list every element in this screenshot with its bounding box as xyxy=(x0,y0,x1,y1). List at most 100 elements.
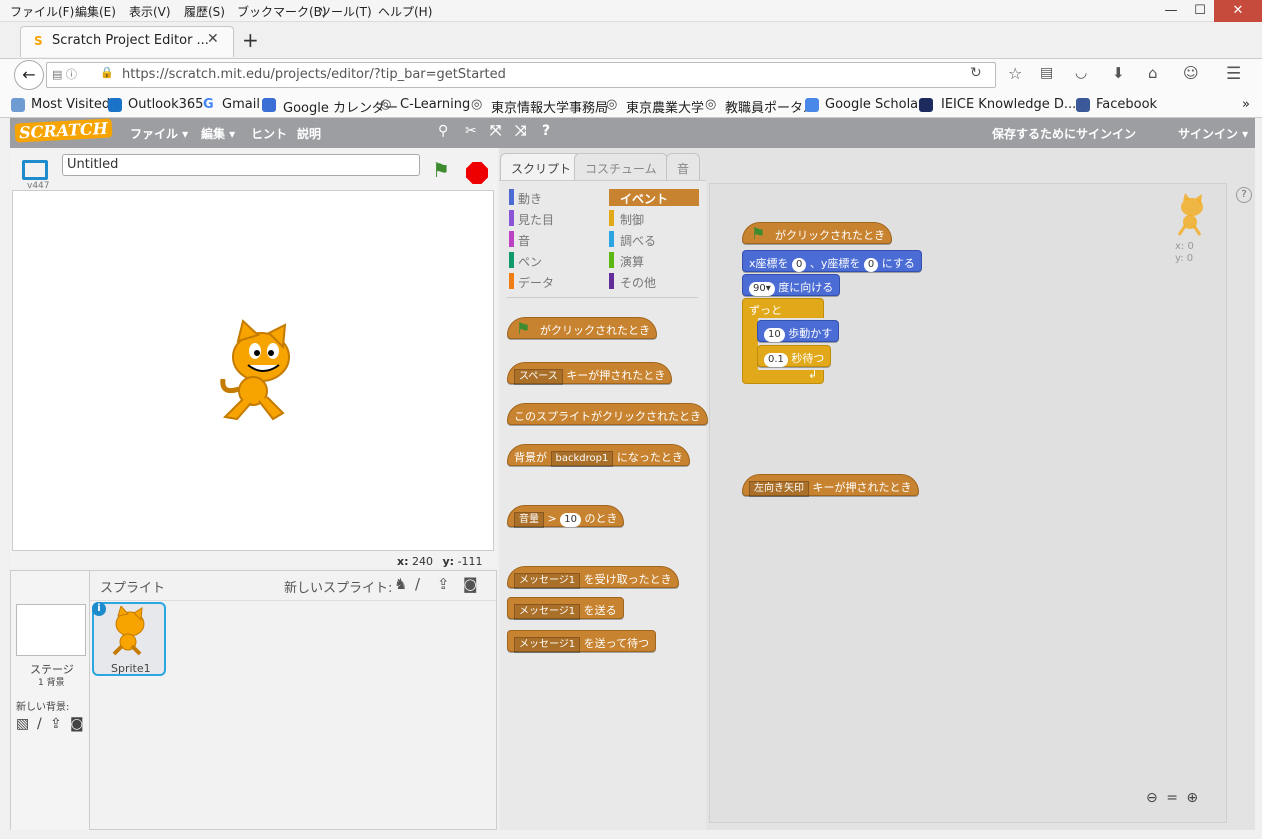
category-motion[interactable]: 動き xyxy=(518,190,542,207)
category-operators[interactable]: 演算 xyxy=(620,253,644,270)
zoom-reset-icon[interactable]: = xyxy=(1166,790,1178,806)
menu-edit[interactable]: 編集(E) xyxy=(75,3,116,20)
category-data[interactable]: データ xyxy=(518,274,554,291)
category-sensing[interactable]: 調べる xyxy=(620,232,656,249)
category-looks[interactable]: 見た目 xyxy=(518,211,554,228)
zoom-out-icon[interactable]: ⊖ xyxy=(1146,790,1158,806)
scratch-menu-about[interactable]: 説明 xyxy=(297,125,321,142)
save-signin-link[interactable]: 保存するためにサインイン xyxy=(992,125,1136,142)
tab-costumes[interactable]: コスチューム xyxy=(574,153,668,181)
bookmarks-overflow-icon[interactable]: » xyxy=(1242,97,1250,112)
block-when-loudness-greater[interactable]: 音量 > 10 のとき xyxy=(507,505,625,528)
maximize-button[interactable]: ☐ xyxy=(1185,0,1215,22)
category-more[interactable]: その他 xyxy=(620,274,656,291)
cut-tool-icon[interactable]: ✂ xyxy=(465,123,477,139)
bookmark-ieice[interactable]: IEICE Knowledge D... xyxy=(941,97,1076,112)
bookmark-tuis-office[interactable]: 東京情報大学事務局 xyxy=(491,97,608,116)
duplicate-tool-icon[interactable]: ⚲ xyxy=(438,123,448,139)
hamburger-menu-icon[interactable]: ☰ xyxy=(1226,64,1241,84)
sensor-dropdown[interactable]: 音量 xyxy=(514,512,544,528)
block-broadcast-and-wait[interactable]: メッセージ1 を送って待つ xyxy=(507,630,657,653)
tab-close-icon[interactable]: ✕ xyxy=(207,31,219,47)
help-tool-icon[interactable]: ? xyxy=(542,123,550,139)
sprite-library-icon[interactable]: ♞ xyxy=(394,575,407,593)
menu-help[interactable]: ヘルプ(H) xyxy=(378,3,432,20)
download-icon[interactable]: ⬇ xyxy=(1112,64,1125,82)
block-when-flag-clicked[interactable]: ⚑ がクリックされたとき xyxy=(507,317,657,339)
stage-canvas[interactable] xyxy=(12,190,494,551)
close-window-button[interactable]: ✕ xyxy=(1214,0,1262,22)
url-text[interactable]: https://scratch.mit.edu/projects/editor/… xyxy=(122,67,506,82)
back-arrow-icon[interactable]: ← xyxy=(14,60,44,90)
block-when-key-pressed[interactable]: スペース キーが押されたとき xyxy=(507,362,673,385)
message-dropdown[interactable]: メッセージ1 xyxy=(514,573,581,589)
star-icon[interactable]: ☆ xyxy=(1008,64,1022,83)
direction-input[interactable]: 90▾ xyxy=(749,282,775,296)
bookmark-staff-portal[interactable]: 教職員ポータル xyxy=(725,97,816,116)
help-icon[interactable]: ? xyxy=(1236,187,1252,203)
bookmark-outlook[interactable]: Outlook365 xyxy=(128,97,203,112)
y-value-input[interactable]: 0 xyxy=(863,258,879,272)
sprite-info-icon[interactable]: i xyxy=(92,602,106,616)
minimize-button[interactable]: — xyxy=(1156,0,1186,22)
cat-sprite-icon[interactable] xyxy=(203,319,313,429)
category-sound[interactable]: 音 xyxy=(518,232,530,249)
project-title-input[interactable]: Untitled xyxy=(62,154,420,176)
steps-input[interactable]: 10 xyxy=(764,328,785,342)
message-dropdown[interactable]: メッセージ1 xyxy=(514,604,581,620)
bookmark-c-learning[interactable]: C-Learning xyxy=(400,97,470,112)
camera-icon[interactable]: ◙ xyxy=(463,575,478,593)
bookmark-gmail[interactable]: Gmail xyxy=(222,97,260,112)
scratch-menu-tips[interactable]: ヒント xyxy=(251,125,287,142)
script-when-flag-clicked[interactable]: ⚑ がクリックされたとき xyxy=(742,222,892,244)
pocket-icon[interactable]: ◡ xyxy=(1075,65,1087,81)
block-broadcast[interactable]: メッセージ1 を送る xyxy=(507,597,624,620)
seconds-input[interactable]: 0.1 xyxy=(764,353,788,367)
zoom-in-icon[interactable]: ⊕ xyxy=(1186,790,1198,806)
backdrop-upload-icon[interactable]: ⇪ xyxy=(50,716,62,732)
x-value-input[interactable]: 0 xyxy=(792,258,807,272)
smiley-icon[interactable]: ☺ xyxy=(1183,64,1199,82)
grow-tool-icon[interactable]: ⤧ xyxy=(490,123,501,139)
reader-icon[interactable]: ▤ xyxy=(1040,65,1053,81)
menu-tools[interactable]: ツール(T) xyxy=(319,3,372,20)
menu-history[interactable]: 履歴(S) xyxy=(184,3,225,20)
script-point-in-direction[interactable]: 90▾ 度に向ける xyxy=(742,274,841,296)
menu-bookmarks[interactable]: ブックマーク(B) xyxy=(237,3,327,20)
key-dropdown[interactable]: 左向き矢印 xyxy=(749,481,809,497)
category-pen[interactable]: ペン xyxy=(518,253,542,270)
upload-icon[interactable]: ⇪ xyxy=(437,575,450,593)
signin-button[interactable]: サインイン ▾ xyxy=(1178,125,1248,142)
block-when-backdrop-switches[interactable]: 背景が backdrop1 になったとき xyxy=(507,444,690,467)
bookmark-nodai[interactable]: 東京農業大学 xyxy=(626,97,704,116)
script-move-steps[interactable]: 10 歩動かす xyxy=(757,320,840,342)
key-dropdown[interactable]: スペース xyxy=(514,369,563,385)
script-when-key-pressed[interactable]: 左向き矢印 キーが押されたとき xyxy=(742,474,919,497)
backdrop-camera-icon[interactable]: ◙ xyxy=(70,716,84,732)
script-wait-seconds[interactable]: 0.1 秒待つ xyxy=(757,345,832,367)
value-input[interactable]: 10 xyxy=(560,513,581,527)
page-info-icon[interactable]: ▤ ⓘ xyxy=(52,66,77,82)
block-when-sprite-clicked[interactable]: このスプライトがクリックされたとき xyxy=(507,403,708,425)
tab-sounds[interactable]: 音 xyxy=(666,153,701,181)
home-icon[interactable]: ⌂ xyxy=(1148,64,1158,82)
block-when-receive[interactable]: メッセージ1 を受け取ったとき xyxy=(507,566,679,589)
menu-file[interactable]: ファイル(F) xyxy=(10,3,74,20)
reload-icon[interactable]: ↻ xyxy=(970,65,982,81)
script-go-to-xy[interactable]: x座標を 0 、y座標を 0 にする xyxy=(742,250,922,272)
shrink-tool-icon[interactable]: ⤨ xyxy=(515,123,526,139)
green-flag-icon[interactable]: ⚑ xyxy=(432,158,450,182)
scratch-menu-file[interactable]: ファイル ▾ xyxy=(130,125,188,142)
bookmark-most-visited[interactable]: Most Visited xyxy=(31,97,110,112)
backdrop-paint-icon[interactable]: / xyxy=(37,716,42,732)
category-control[interactable]: 制御 xyxy=(620,211,644,228)
bookmark-google-scholar[interactable]: Google Scholar xyxy=(825,97,924,112)
stage-thumbnail[interactable] xyxy=(16,604,86,656)
new-tab-icon[interactable]: + xyxy=(242,28,259,52)
menu-view[interactable]: 表示(V) xyxy=(129,3,171,20)
paint-brush-icon[interactable]: / xyxy=(415,575,420,593)
message-dropdown[interactable]: メッセージ1 xyxy=(514,637,581,653)
backdrop-library-icon[interactable]: ▧ xyxy=(16,716,29,732)
tab-scripts[interactable]: スクリプト xyxy=(500,153,583,181)
scratch-menu-edit[interactable]: 編集 ▾ xyxy=(201,125,235,142)
